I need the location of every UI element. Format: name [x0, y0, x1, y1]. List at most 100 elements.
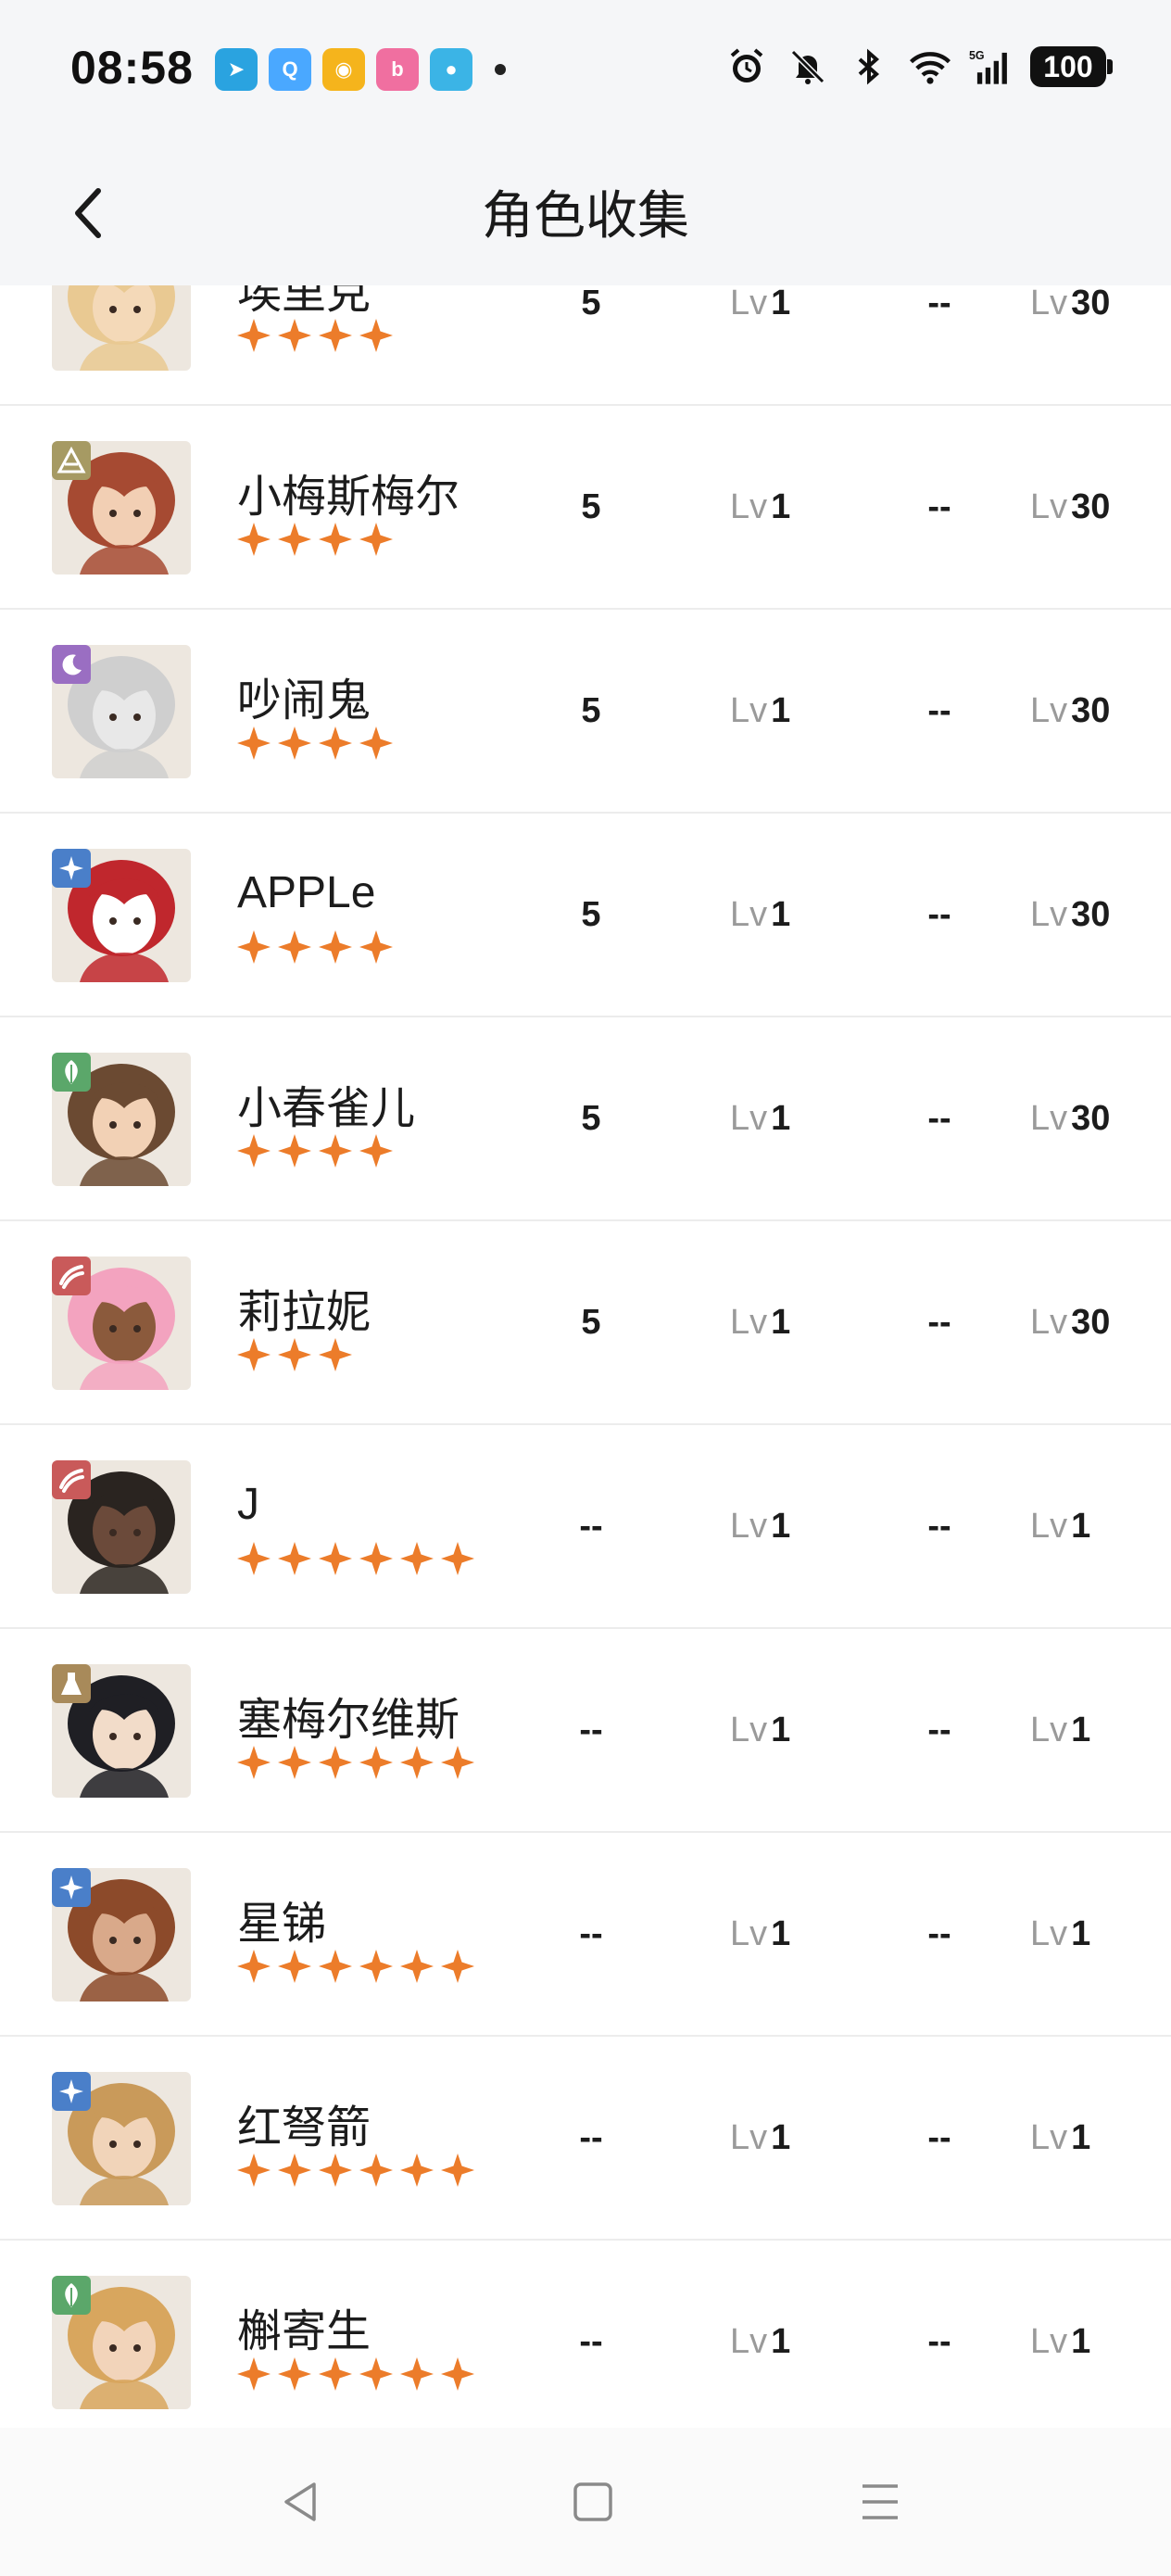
lv-prefix: Lv	[730, 2322, 768, 2361]
character-list[interactable]: 埃里克 5 Lv 1 -- Lv 30 小梅斯梅尔 5 Lv 1 -- Lv 30 吵闹鬼 5 Lv 1 -- L…	[0, 285, 1171, 2428]
lv-prefix: Lv	[730, 2118, 768, 2157]
rarity-stars	[235, 521, 395, 564]
character-name: 星锑	[237, 1900, 327, 1949]
star-icon	[276, 1744, 313, 1787]
level-column: Lv 1	[730, 1303, 790, 1343]
level-column: Lv 1	[730, 285, 790, 323]
star-icon	[317, 1744, 354, 1787]
rarity-stars	[235, 1540, 476, 1584]
lv-prefix: Lv	[1030, 1099, 1068, 1138]
character-row[interactable]: 槲寄生 -- Lv 1 -- Lv 1	[0, 2241, 1171, 2428]
value: 1	[771, 1914, 791, 1953]
rarity-stars	[235, 1948, 476, 1991]
star-icon	[235, 725, 272, 768]
max-level-column: Lv 30	[1030, 895, 1110, 935]
character-name: J	[237, 1480, 259, 1529]
lv-prefix: Lv	[730, 487, 768, 526]
star-icon	[358, 1948, 395, 1991]
star-icon	[276, 1132, 313, 1176]
star-icon	[235, 2152, 272, 2195]
character-name: 莉拉妮	[237, 1288, 371, 1337]
value: 5	[581, 1303, 601, 1342]
value: --	[579, 2322, 603, 2361]
star-icon	[235, 2355, 272, 2399]
nav-recents-button[interactable]	[843, 2465, 917, 2539]
max-level-column: Lv 30	[1030, 1303, 1110, 1343]
character-row[interactable]: 星锑 -- Lv 1 -- Lv 1	[0, 1833, 1171, 2037]
level-column: Lv 1	[730, 1711, 790, 1750]
max-level-column: Lv 30	[1030, 285, 1110, 323]
more-notifications-dot	[495, 64, 506, 75]
star-icon	[276, 928, 313, 972]
star-element-icon	[52, 849, 91, 888]
character-row[interactable]: 莉拉妮 5 Lv 1 -- Lv 30	[0, 1221, 1171, 1425]
max-level-column: Lv 1	[1030, 1914, 1090, 1954]
character-name: 吵闹鬼	[237, 676, 371, 726]
value: --	[927, 691, 951, 730]
stat-column-1: --	[574, 1914, 608, 1954]
square-home-icon	[573, 2482, 612, 2521]
character-name: 小梅斯梅尔	[237, 473, 460, 522]
character-name: 红弩箭	[237, 2103, 371, 2153]
nav-back-button[interactable]	[263, 2465, 337, 2539]
lv-prefix: Lv	[730, 1711, 768, 1749]
bird-app-icon: ●	[430, 48, 472, 91]
value: --	[927, 1507, 951, 1546]
character-row[interactable]: 埃里克 5 Lv 1 -- Lv 30	[0, 285, 1171, 406]
telegram-icon: ➤	[215, 48, 258, 91]
character-row[interactable]: APPLe 5 Lv 1 -- Lv 30	[0, 814, 1171, 1017]
character-row[interactable]: 吵闹鬼 5 Lv 1 -- Lv 30	[0, 610, 1171, 814]
lv-prefix: Lv	[1030, 895, 1068, 934]
value: 30	[1071, 1099, 1111, 1138]
value: --	[579, 1914, 603, 1953]
stat-column-3: --	[923, 1711, 956, 1750]
character-row[interactable]: 小春雀儿 5 Lv 1 -- Lv 30	[0, 1017, 1171, 1221]
lv-prefix: Lv	[730, 1507, 768, 1546]
nav-home-button[interactable]	[556, 2465, 630, 2539]
character-name: 塞梅尔维斯	[237, 1696, 460, 1745]
character-name: APPLe	[237, 868, 376, 917]
character-row[interactable]: J -- Lv 1 -- Lv 1	[0, 1425, 1171, 1629]
character-row[interactable]: 红弩箭 -- Lv 1 -- Lv 1	[0, 2037, 1171, 2241]
value: 5	[581, 691, 601, 730]
lv-prefix: Lv	[1030, 487, 1068, 526]
rarity-stars	[235, 2152, 476, 2195]
stat-column-1: 5	[574, 1303, 608, 1343]
lv-prefix: Lv	[730, 1914, 768, 1953]
star-icon	[439, 1540, 476, 1584]
value: 5	[581, 285, 601, 322]
mute-bell-icon	[786, 44, 830, 89]
claw-element-icon	[52, 1460, 91, 1499]
stat-column-3: --	[923, 895, 956, 935]
max-level-column: Lv 1	[1030, 1507, 1090, 1547]
star-icon	[235, 1132, 272, 1176]
star-icon	[276, 2152, 313, 2195]
star-icon	[439, 1744, 476, 1787]
rarity-stars	[235, 1336, 354, 1380]
star-icon	[317, 2152, 354, 2195]
star-icon	[235, 1744, 272, 1787]
character-row[interactable]: 小梅斯梅尔 5 Lv 1 -- Lv 30	[0, 406, 1171, 610]
star-icon	[358, 521, 395, 564]
character-row[interactable]: 塞梅尔维斯 -- Lv 1 -- Lv 1	[0, 1629, 1171, 1833]
title-bar: 角色收集	[0, 139, 1171, 285]
lv-prefix: Lv	[1030, 691, 1068, 730]
star-icon	[317, 928, 354, 972]
level-column: Lv 1	[730, 1507, 790, 1547]
star-icon	[317, 317, 354, 360]
star-icon	[276, 2355, 313, 2399]
max-level-column: Lv 30	[1030, 1099, 1110, 1139]
triangle-back-icon	[284, 2482, 316, 2521]
star-icon	[317, 1948, 354, 1991]
rarity-stars	[235, 725, 395, 768]
star-icon	[358, 928, 395, 972]
system-icons: 5G 100	[724, 44, 1113, 89]
value: 30	[1071, 691, 1111, 730]
star-icon	[358, 2152, 395, 2195]
lv-prefix: Lv	[1030, 1914, 1068, 1953]
star-icon	[439, 2152, 476, 2195]
level-column: Lv 1	[730, 1099, 790, 1139]
star-icon	[317, 1132, 354, 1176]
page-title: 角色收集	[482, 186, 689, 245]
rarity-stars	[235, 2355, 476, 2399]
